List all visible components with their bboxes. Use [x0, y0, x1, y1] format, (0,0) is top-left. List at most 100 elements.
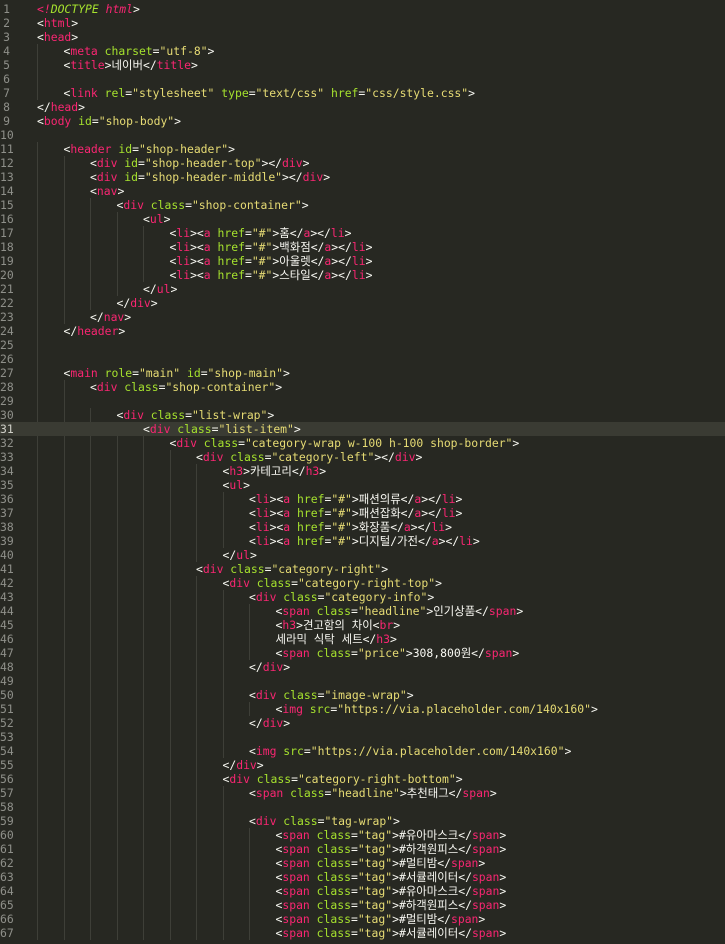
code-line[interactable]: 27 <main role="main" id="shop-main"> — [0, 366, 725, 380]
code-token: class — [316, 828, 351, 842]
code-line[interactable]: 54 <img src="https://via.placeholder.com/… — [0, 744, 725, 758]
code-line[interactable]: 47 <span class="price">308,800원</span> — [0, 646, 725, 660]
code-token: class — [316, 870, 351, 884]
code-line[interactable]: 20 <li><a href="#">스타일</a></li> — [0, 268, 725, 282]
line-text: </head> — [37, 100, 85, 114]
code-token: < — [90, 184, 97, 198]
line-text: <li><a href="#">패션의류</a></li> — [249, 492, 462, 506]
code-line[interactable]: 49 — [0, 674, 725, 688]
code-line[interactable]: 4 <meta charset="utf-8"> — [0, 44, 725, 58]
code-line[interactable]: 32 <div class="category-wrap w-100 h-100 … — [0, 436, 725, 450]
code-line[interactable]: 12 <div id="shop-header-top"></div> — [0, 156, 725, 170]
code-line[interactable]: 41 <div class="category-right"> — [0, 562, 725, 576]
code-line[interactable]: 61 <span class="tag">#하객원피스</span> — [0, 842, 725, 856]
code-line[interactable]: 48 </div> — [0, 660, 725, 674]
code-line[interactable]: 38 <li><a href="#">화장품</a></li> — [0, 520, 725, 534]
line-text: <div class="category-right-bottom"> — [223, 772, 463, 786]
code-line[interactable]: 66 <span class="tag">#멀티밤</span> — [0, 912, 725, 926]
code-line[interactable]: 57 <span class="headline">추천태그</span> — [0, 786, 725, 800]
code-line[interactable]: 19 <li><a href="#">아울렛</a></li> — [0, 254, 725, 268]
code-line[interactable]: 7 <link rel="stylesheet" type="text/css" … — [0, 86, 725, 100]
code-line[interactable]: 31 <div class="list-item"> — [0, 422, 725, 436]
code-line[interactable]: 50 <div class="image-wrap"> — [0, 688, 725, 702]
code-line[interactable]: 62 <span class="tag">#멀티밤</span> — [0, 856, 725, 870]
code-line[interactable]: 8 </head> — [0, 100, 725, 114]
line-number: 26 — [0, 352, 14, 366]
code-line[interactable]: 43 <div class="category-info"> — [0, 590, 725, 604]
line-number: 58 — [0, 800, 14, 814]
code-token: ></ — [438, 534, 460, 548]
line-number: 49 — [0, 674, 14, 688]
code-line[interactable]: 52 </div> — [0, 716, 725, 730]
code-line[interactable]: 36 <li><a href="#">패션의류</a></li> — [0, 492, 725, 506]
code-area[interactable]: 1 <!DOCTYPE html> 2 <html> 3 <head> 4 <meta cha… — [0, 2, 725, 940]
code-line[interactable]: 1 <!DOCTYPE html> — [0, 2, 725, 16]
code-line[interactable]: 18 <li><a href="#">백화점</a></li> — [0, 240, 725, 254]
code-line[interactable]: 53 — [0, 730, 725, 744]
code-line[interactable]: 33 <div class="category-left"></div> — [0, 450, 725, 464]
code-line[interactable]: 13 <div id="shop-header-middle"></div> — [0, 170, 725, 184]
code-line[interactable]: 26 — [0, 352, 725, 366]
code-line[interactable]: 3 <head> — [0, 30, 725, 44]
code-token: < — [249, 744, 256, 758]
code-token: "shop-header" — [138, 142, 229, 156]
code-line[interactable]: 5 <title>네이버</title> — [0, 58, 725, 72]
code-line[interactable]: 65 <span class="tag">#하객원피스</span> — [0, 898, 725, 912]
code-line[interactable]: 6 — [0, 72, 725, 86]
line-number: 51 — [0, 702, 14, 716]
code-line[interactable]: 63 <span class="tag">#서큘레이터</span> — [0, 870, 725, 884]
code-token: nav — [103, 310, 125, 324]
code-line[interactable]: 51 <img src="https://via.placeholder.com/… — [0, 702, 725, 716]
code-line[interactable]: 40 </ul> — [0, 548, 725, 562]
code-token: span — [471, 898, 500, 912]
code-token: > — [170, 282, 178, 296]
code-line[interactable]: 44 <span class="headline">인기상품</span> — [0, 604, 725, 618]
line-text: </div> — [249, 660, 290, 674]
code-line[interactable]: 59 <div class="tag-wrap"> — [0, 814, 725, 828]
code-line[interactable]: 17 <li><a href="#">홈</a></li> — [0, 226, 725, 240]
code-line[interactable]: 11 <header id="shop-header"> — [0, 142, 725, 156]
code-token: 디지털/가전 — [358, 534, 419, 548]
code-token: id — [118, 142, 133, 156]
code-line[interactable]: 30 <div class="list-wrap"> — [0, 408, 725, 422]
code-line[interactable]: 45 <h3>견고함의 차이<br> — [0, 618, 725, 632]
code-line[interactable]: 42 <div class="category-right-top"> — [0, 576, 725, 590]
code-line[interactable]: 58 — [0, 800, 725, 814]
line-number: 43 — [0, 590, 14, 604]
code-line[interactable]: 2 <html> — [0, 16, 725, 30]
code-line[interactable]: 35 <ul> — [0, 478, 725, 492]
code-line[interactable]: 67 <span class="tag">#서큘레이터</span> — [0, 926, 725, 940]
code-line[interactable]: 55 </div> — [0, 758, 725, 772]
line-text: <div id="shop-header-top"></div> — [90, 156, 309, 170]
code-line[interactable]: 37 <li><a href="#">패션잡화</a></li> — [0, 506, 725, 520]
code-token: < — [37, 114, 44, 128]
code-line[interactable]: 9 <body id="shop-body"> — [0, 114, 725, 128]
code-editor[interactable]: 1 <!DOCTYPE html> 2 <html> 3 <head> 4 <meta cha… — [0, 0, 725, 944]
code-token: > — [415, 450, 423, 464]
code-token: > — [499, 926, 507, 940]
code-line[interactable]: 23 </nav> — [0, 310, 725, 324]
code-token: head — [43, 30, 72, 44]
code-line[interactable]: 22 </div> — [0, 296, 725, 310]
code-line[interactable]: 16 <ul> — [0, 212, 725, 226]
code-line[interactable]: 60 <span class="tag">#유아마스크</span> — [0, 828, 725, 842]
code-line[interactable]: 15 <div class="shop-container"> — [0, 198, 725, 212]
code-line[interactable]: 64 <span class="tag">#유아마스크</span> — [0, 884, 725, 898]
code-line[interactable]: 28 <div class="shop-container"> — [0, 380, 725, 394]
code-token: class — [124, 380, 159, 394]
code-line[interactable]: 29 — [0, 394, 725, 408]
code-line[interactable]: 14 <nav> — [0, 184, 725, 198]
code-line[interactable]: 24 </header> — [0, 324, 725, 338]
code-line[interactable]: 56 <div class="category-right-bottom"> — [0, 772, 725, 786]
code-line[interactable]: 46 세라믹 식탁 세트</h3> — [0, 632, 725, 646]
code-line[interactable]: 39 <li><a href="#">디지털/가전</a></li> — [0, 534, 725, 548]
code-token: >< — [190, 240, 204, 254]
code-line[interactable]: 34 <h3>카테고리</h3> — [0, 464, 725, 478]
code-line[interactable]: 21 </ul> — [0, 282, 725, 296]
code-token: h3 — [305, 464, 320, 478]
line-text: <li><a href="#">패션잡화</a></li> — [249, 506, 462, 520]
code-token: div — [96, 156, 118, 170]
code-line[interactable]: 10 — [0, 128, 725, 142]
line-text: <meta charset="utf-8"> — [64, 44, 215, 58]
code-line[interactable]: 25 — [0, 338, 725, 352]
